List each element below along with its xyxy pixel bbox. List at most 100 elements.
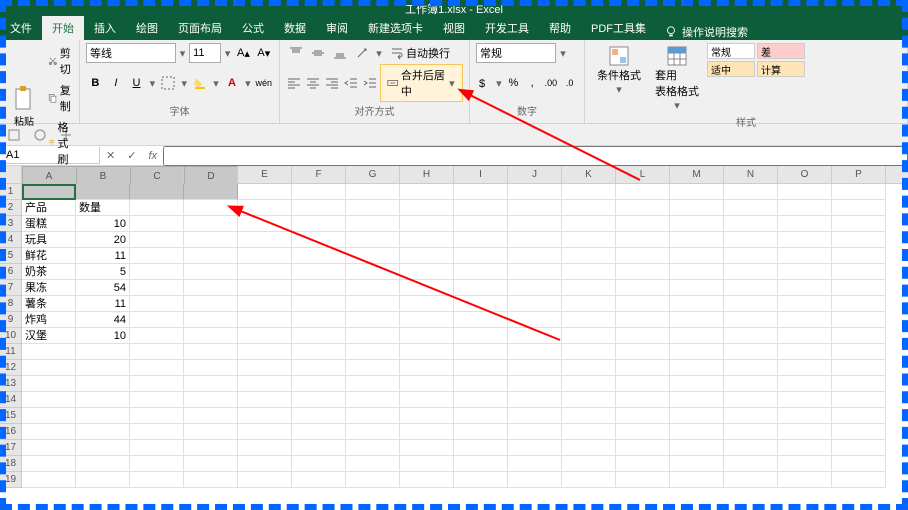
cell[interactable] (76, 440, 130, 456)
col-header[interactable]: K (562, 166, 616, 183)
italic-button[interactable]: I (107, 73, 126, 93)
cell[interactable] (616, 456, 670, 472)
cell[interactable] (346, 472, 400, 488)
cell[interactable] (346, 408, 400, 424)
cell[interactable] (832, 248, 886, 264)
cell[interactable] (670, 408, 724, 424)
cell[interactable] (724, 312, 778, 328)
fx-icon[interactable]: fx (142, 150, 163, 162)
chevron-down-icon[interactable]: ▾ (178, 47, 187, 60)
font-size-select[interactable] (189, 43, 221, 63)
cell[interactable] (346, 296, 400, 312)
cell[interactable] (22, 344, 76, 360)
percent-button[interactable]: % (505, 73, 522, 93)
cell[interactable] (346, 360, 400, 376)
cell[interactable] (616, 184, 670, 200)
cell[interactable] (238, 264, 292, 280)
cell[interactable]: 10 (76, 328, 130, 344)
orientation-button[interactable] (352, 43, 372, 63)
cell[interactable] (778, 296, 832, 312)
cell[interactable] (346, 424, 400, 440)
cell[interactable] (778, 200, 832, 216)
cell[interactable] (724, 360, 778, 376)
cell[interactable] (292, 456, 346, 472)
cell[interactable] (400, 472, 454, 488)
row-header[interactable]: 19 (0, 472, 22, 488)
cell[interactable] (400, 392, 454, 408)
cell[interactable] (562, 232, 616, 248)
cell[interactable] (130, 360, 184, 376)
cell[interactable] (454, 296, 508, 312)
cell[interactable] (400, 424, 454, 440)
cell[interactable] (400, 312, 454, 328)
cell[interactable] (400, 360, 454, 376)
cell[interactable] (508, 328, 562, 344)
cell[interactable] (238, 200, 292, 216)
cell[interactable] (346, 264, 400, 280)
col-header[interactable]: M (670, 166, 724, 183)
border-button[interactable] (159, 73, 178, 93)
cell[interactable] (832, 232, 886, 248)
cell[interactable] (562, 200, 616, 216)
cell[interactable] (616, 472, 670, 488)
cell[interactable] (76, 424, 130, 440)
tab-data[interactable]: 数据 (274, 16, 316, 40)
cell[interactable] (508, 392, 562, 408)
row-header[interactable]: 6 (0, 264, 22, 280)
increase-font-button[interactable]: A▴ (234, 43, 252, 63)
tab-pdf[interactable]: PDF工具集 (581, 16, 656, 40)
cell[interactable] (76, 360, 130, 376)
cell[interactable]: 果冻 (22, 280, 76, 296)
cell[interactable] (130, 216, 184, 232)
cell[interactable] (400, 328, 454, 344)
cell[interactable] (616, 424, 670, 440)
cell[interactable] (832, 264, 886, 280)
cell[interactable] (238, 296, 292, 312)
cell[interactable] (670, 296, 724, 312)
cell[interactable] (562, 440, 616, 456)
row-header[interactable]: 9 (0, 312, 22, 328)
paste-button[interactable]: 粘贴 (6, 83, 42, 130)
cell[interactable] (130, 232, 184, 248)
cell[interactable] (670, 472, 724, 488)
style-neutral[interactable]: 适中 (707, 61, 755, 77)
cell[interactable] (562, 408, 616, 424)
cell[interactable] (184, 200, 238, 216)
tab-formulas[interactable]: 公式 (232, 16, 274, 40)
col-header[interactable]: N (724, 166, 778, 183)
cell[interactable] (292, 408, 346, 424)
cell[interactable] (346, 328, 400, 344)
cell[interactable] (130, 472, 184, 488)
cut-button[interactable]: 剪切 (44, 43, 79, 79)
bold-button[interactable]: B (86, 73, 105, 93)
cell[interactable] (238, 456, 292, 472)
cell[interactable]: 产品 (22, 200, 76, 216)
cell[interactable] (508, 440, 562, 456)
cell[interactable] (292, 392, 346, 408)
cell[interactable] (778, 424, 832, 440)
cell[interactable] (454, 216, 508, 232)
cell[interactable] (292, 440, 346, 456)
cell[interactable] (184, 376, 238, 392)
cell[interactable] (832, 200, 886, 216)
cell[interactable] (670, 328, 724, 344)
cell[interactable] (778, 376, 832, 392)
cell[interactable] (184, 472, 238, 488)
row-header[interactable]: 7 (0, 280, 22, 296)
cell[interactable] (778, 440, 832, 456)
tab-home[interactable]: 开始 (42, 16, 84, 40)
cell[interactable] (778, 408, 832, 424)
cell[interactable] (778, 344, 832, 360)
cell[interactable] (292, 328, 346, 344)
cell[interactable] (184, 392, 238, 408)
cell[interactable] (184, 360, 238, 376)
cell[interactable]: 薯条 (22, 296, 76, 312)
cell[interactable] (130, 328, 184, 344)
cell[interactable] (778, 456, 832, 472)
cell[interactable]: 5 (76, 264, 130, 280)
cell[interactable] (400, 264, 454, 280)
row-header[interactable]: 17 (0, 440, 22, 456)
cell[interactable] (562, 456, 616, 472)
cell[interactable] (76, 392, 130, 408)
row-header[interactable]: 8 (0, 296, 22, 312)
